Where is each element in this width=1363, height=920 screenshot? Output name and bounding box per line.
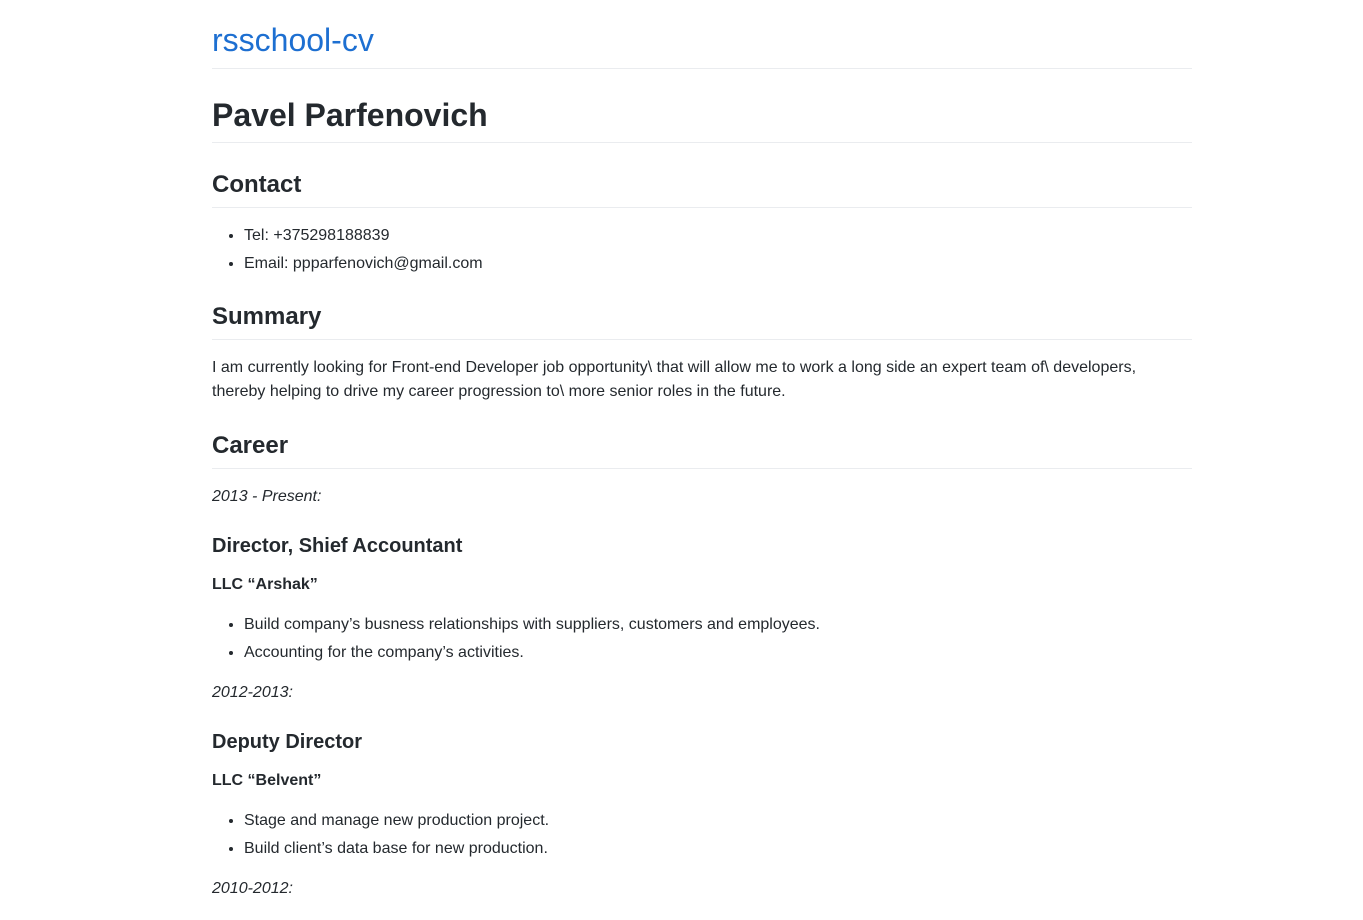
job-duty: Build company’s busness relationships wi… (244, 611, 1192, 639)
contact-heading: Contact (212, 170, 1192, 208)
job-period: 2012-2013: (212, 684, 293, 701)
contact-phone: Tel: +375298188839 (244, 222, 1192, 250)
career-job: 2012-2013: Deputy Director LLC “Belvent”… (212, 681, 1192, 863)
career-heading: Career (212, 431, 1192, 469)
career-job: 2010-2012: (212, 877, 1192, 901)
contact-list: Tel: +375298188839 Email: ppparfenovich@… (212, 222, 1192, 278)
career-section: Career 2013 - Present: Director, Shief A… (212, 431, 1192, 901)
summary-heading: Summary (212, 302, 1192, 340)
job-duty: Build client’s data base for new product… (244, 835, 1192, 863)
page-container: rsschool-cv Pavel Parfenovich Contact Te… (212, 0, 1192, 901)
job-duty: Accounting for the company’s activities. (244, 639, 1192, 667)
job-company: LLC “Belvent” (212, 772, 322, 789)
job-title: Deputy Director (212, 731, 363, 753)
site-header: rsschool-cv (212, 0, 1192, 69)
site-title-link[interactable]: rsschool-cv (212, 20, 374, 60)
job-period: 2010-2012: (212, 880, 293, 897)
job-duties-list: Stage and manage new production project.… (212, 807, 1192, 863)
summary-text: I am currently looking for Front-end Dev… (212, 359, 1137, 400)
summary-section: Summary I am currently looking for Front… (212, 302, 1192, 404)
contact-section: Contact Tel: +375298188839 Email: ppparf… (212, 170, 1192, 278)
job-duties-list: Build company’s busness relationships wi… (212, 611, 1192, 667)
page-title: Pavel Parfenovich (212, 69, 1192, 143)
career-job: 2013 - Present: Director, Shief Accounta… (212, 485, 1192, 667)
job-duty: Stage and manage new production project. (244, 807, 1192, 835)
job-title: Director, Shief Accountant (212, 535, 463, 557)
job-company: LLC “Arshak” (212, 576, 318, 593)
job-period: 2013 - Present: (212, 488, 322, 505)
contact-email: Email: ppparfenovich@gmail.com (244, 250, 1192, 278)
